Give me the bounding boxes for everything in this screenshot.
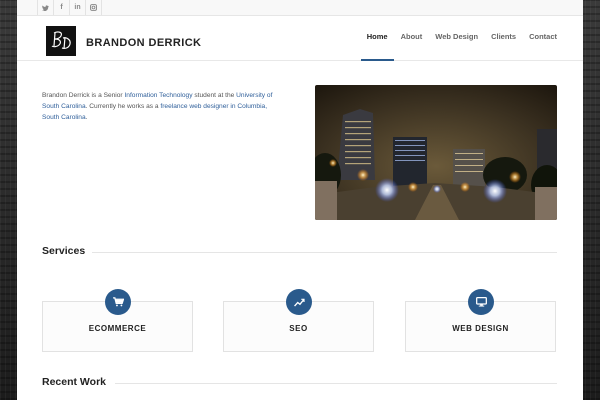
intro-text-3: . Currently he works as a <box>85 103 161 110</box>
facebook-icon[interactable]: f <box>54 0 70 15</box>
site-header: BRANDON DERRICK Home About Web Design Cl… <box>17 16 583 61</box>
logo[interactable] <box>46 26 76 56</box>
service-label-web-design: WEB DESIGN <box>452 324 509 333</box>
intro-text-2: student at the <box>192 92 237 99</box>
linkedin-icon[interactable]: in <box>70 0 86 15</box>
main-nav: Home About Web Design Clients Contact <box>354 32 557 61</box>
nav-home[interactable]: Home <box>360 32 394 61</box>
recent-work-divider <box>115 383 557 384</box>
intro-text-1: Brandon Derrick is a Senior <box>42 92 125 99</box>
services-heading: Services <box>42 245 86 257</box>
intro-paragraph: Brandon Derrick is a Senior Information … <box>42 90 282 123</box>
services-divider <box>92 252 557 253</box>
columbia-night-photo <box>315 85 557 220</box>
service-label-seo: SEO <box>289 324 308 333</box>
twitter-icon[interactable] <box>37 0 54 15</box>
nav-web-design[interactable]: Web Design <box>435 32 478 60</box>
nav-clients[interactable]: Clients <box>491 32 516 60</box>
instagram-icon[interactable] <box>86 0 102 15</box>
cart-icon <box>105 289 131 315</box>
intro-text-4: . <box>85 114 88 121</box>
nav-contact[interactable]: Contact <box>529 32 557 60</box>
recent-work-heading: Recent Work <box>42 376 106 388</box>
service-label-ecommerce: ECOMMERCE <box>88 324 147 333</box>
monitor-icon <box>468 289 494 315</box>
site-name[interactable]: BRANDON DERRICK <box>86 37 201 49</box>
top-social-bar: f in <box>17 0 583 16</box>
trend-chart-icon <box>286 289 312 315</box>
nav-about[interactable]: About <box>401 32 423 60</box>
social-links: f in <box>37 0 102 15</box>
page-container: f in BRANDON DERRICK Home About Web Desi… <box>17 0 583 400</box>
link-information-technology[interactable]: Information Technology <box>124 92 192 99</box>
